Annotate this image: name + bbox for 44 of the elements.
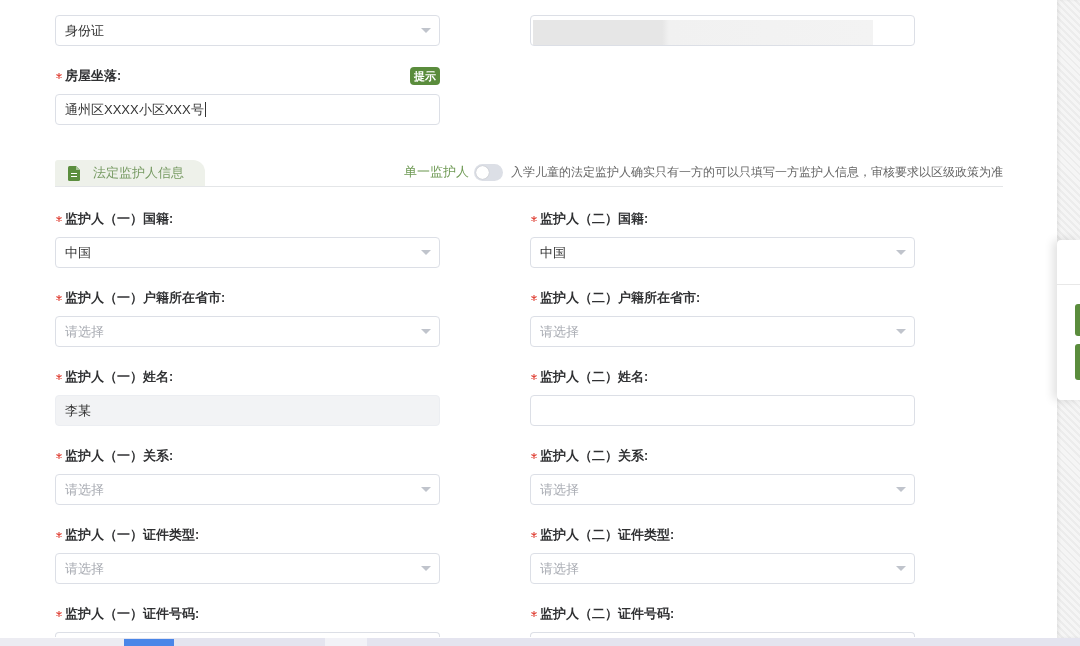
dropdown-caret-icon bbox=[421, 566, 431, 571]
document-icon bbox=[68, 165, 80, 181]
select-field[interactable]: 请选择 bbox=[530, 474, 915, 505]
input-field[interactable] bbox=[530, 632, 915, 637]
field-label: 监护人（一）户籍所在省市: bbox=[65, 289, 226, 307]
dropdown-caret-icon bbox=[421, 329, 431, 334]
dropdown-caret-icon bbox=[896, 250, 906, 255]
dropdown-caret-icon bbox=[896, 329, 906, 334]
hint-badge[interactable]: 提示 bbox=[410, 67, 440, 85]
dropdown-caret-icon bbox=[421, 28, 431, 33]
section-tab[interactable]: 法定监护人信息 bbox=[55, 160, 205, 186]
field-label: 监护人（一）证件类型: bbox=[65, 526, 200, 544]
input-field[interactable] bbox=[530, 15, 915, 46]
input-field[interactable] bbox=[55, 632, 440, 637]
select-field[interactable]: 中国 bbox=[55, 237, 440, 268]
field-label: 监护人（二）证件号码: bbox=[540, 605, 675, 623]
toggle-switch[interactable] bbox=[474, 164, 503, 181]
side-panel-button[interactable] bbox=[1075, 304, 1080, 336]
input-field[interactable] bbox=[530, 395, 915, 426]
toggle-label: 单一监护人 bbox=[404, 164, 469, 182]
field-label: 监护人（二）证件类型: bbox=[540, 526, 675, 544]
select-field[interactable]: 请选择 bbox=[530, 553, 915, 584]
field-label: 房屋坐落: bbox=[65, 67, 122, 85]
select-field[interactable]: 身份证 bbox=[55, 15, 440, 46]
section-note: 入学儿童的法定监护人确实只有一方的可以只填写一方监护人信息，审核要求以区级政策为准 bbox=[511, 164, 1003, 182]
select-field[interactable]: 请选择 bbox=[55, 316, 440, 347]
field-label: 监护人（二）户籍所在省市: bbox=[540, 289, 701, 307]
field-label: 监护人（二）关系: bbox=[540, 447, 649, 465]
select-field[interactable]: 请选择 bbox=[55, 474, 440, 505]
field-label: 监护人（二）国籍: bbox=[540, 210, 649, 228]
dropdown-caret-icon bbox=[896, 566, 906, 571]
dropdown-caret-icon bbox=[421, 250, 431, 255]
input-field[interactable]: 通州区XXXX小区XXX号 bbox=[55, 94, 440, 125]
field-label: 监护人（一）姓名: bbox=[65, 368, 174, 386]
field-label: 监护人（一）关系: bbox=[65, 447, 174, 465]
dropdown-caret-icon bbox=[896, 487, 906, 492]
select-field[interactable]: 中国 bbox=[530, 237, 915, 268]
field-label: 监护人（一）国籍: bbox=[65, 210, 174, 228]
field-label: 监护人（一）证件号码: bbox=[65, 605, 200, 623]
select-field[interactable]: 请选择 bbox=[530, 316, 915, 347]
dropdown-caret-icon bbox=[421, 487, 431, 492]
field-label: 监护人（二）姓名: bbox=[540, 368, 649, 386]
select-field[interactable]: 请选择 bbox=[55, 553, 440, 584]
side-panel-button[interactable] bbox=[1075, 344, 1080, 380]
